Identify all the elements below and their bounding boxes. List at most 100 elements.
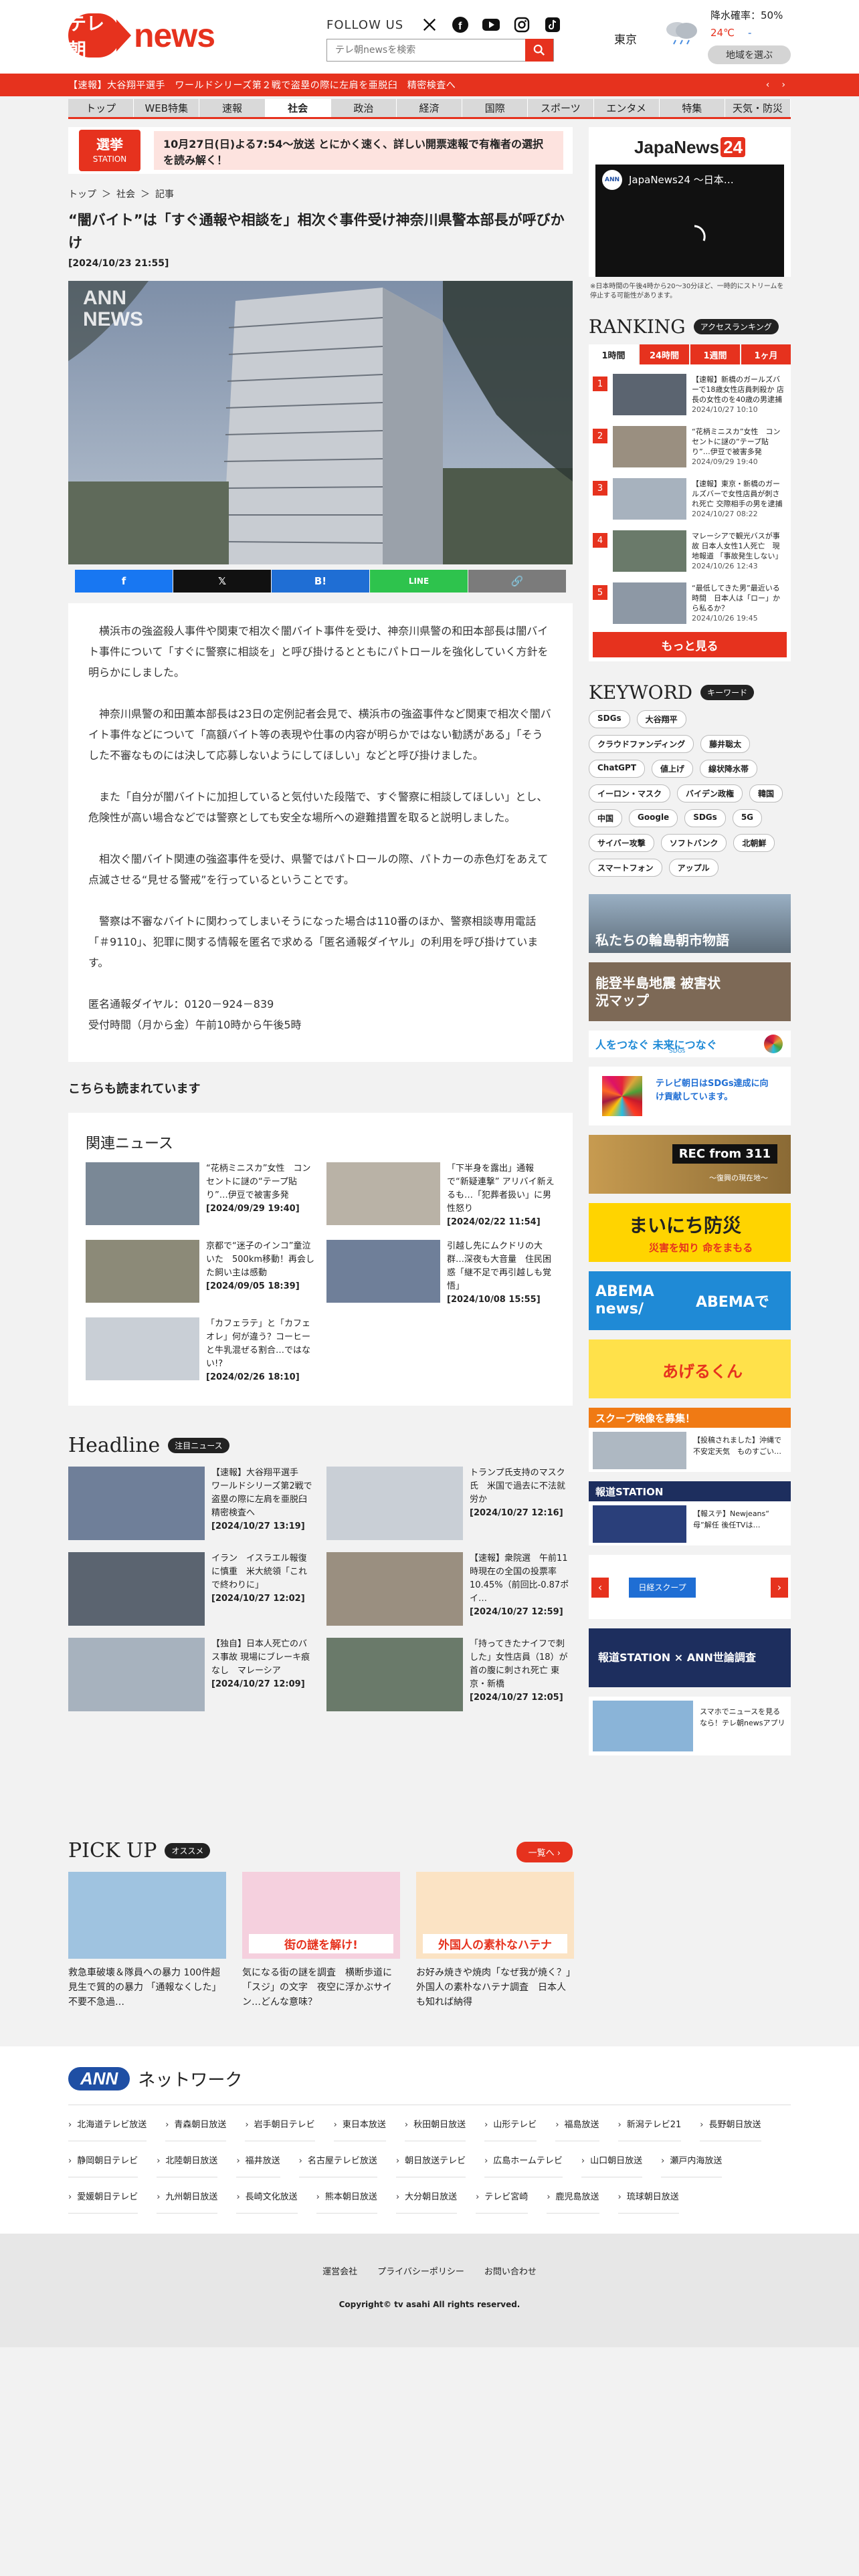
facebook-icon[interactable]: f bbox=[450, 15, 470, 35]
bousai-banner[interactable]: まいにち防災 災害を知り 命をまもる bbox=[589, 1203, 791, 1262]
network-station-link[interactable]: 静岡朝日テレビ bbox=[68, 2153, 138, 2177]
keyword-tag[interactable]: Google bbox=[629, 809, 678, 827]
network-station-link[interactable]: 山口朝日放送 bbox=[581, 2153, 643, 2177]
pickup-card[interactable]: 外国人の素朴なハテナ お好み焼きや焼肉「なぜ我が焼く？」外国人の素朴なハテナ調査 … bbox=[416, 1872, 574, 2010]
nav-item[interactable]: エンタメ bbox=[593, 99, 660, 117]
hodo-station-banner[interactable]: 報道STATION 【報ステ】Newjeans“ 母”解任 後任TVは… bbox=[589, 1481, 791, 1545]
keyword-tag[interactable]: 大谷翔平 bbox=[636, 710, 686, 728]
network-station-link[interactable]: 広島ホームテレビ bbox=[484, 2153, 563, 2177]
related-news-item[interactable]: 「下半身を露出」通報で“新疑連撃” アリバイ新えるも…「犯葬者扱い」に男性怒り [… bbox=[326, 1162, 555, 1229]
nav-item[interactable]: トップ bbox=[68, 99, 134, 117]
wajima-banner[interactable]: 私たちの輪島朝市物語 bbox=[589, 894, 791, 953]
network-station-link[interactable]: 福島放送 bbox=[555, 2117, 599, 2141]
ranking-more-button[interactable]: もっと見る bbox=[593, 632, 787, 657]
share-facebook-button[interactable]: f bbox=[75, 570, 173, 593]
nav-item[interactable]: スポーツ bbox=[528, 99, 594, 117]
agerun-banner[interactable]: あげるくん bbox=[589, 1339, 791, 1398]
keyword-tag[interactable]: イーロン・マスク bbox=[589, 784, 671, 802]
network-station-link[interactable]: 琉球朝日放送 bbox=[617, 2189, 679, 2214]
network-station-link[interactable]: 長野朝日放送 bbox=[700, 2117, 761, 2141]
network-station-link[interactable]: 熊本朝日放送 bbox=[316, 2189, 377, 2214]
keyword-tag[interactable]: バイデン政権 bbox=[677, 784, 743, 802]
copy-link-button[interactable]: 🔗 bbox=[468, 570, 566, 593]
search-button[interactable] bbox=[525, 39, 553, 62]
breaking-prev-button[interactable]: ‹ bbox=[766, 80, 770, 90]
nav-item[interactable]: 特集 bbox=[659, 99, 725, 117]
noto-map-banner[interactable]: 能登半島地震 被害状況マップ bbox=[589, 962, 791, 1021]
nav-item[interactable]: 速報 bbox=[199, 99, 266, 117]
ranking-item[interactable]: 3 【速報】東京・新橋のガールズバーで女性店員が刺され死亡 交際相手の男を逮捕 20… bbox=[589, 473, 791, 525]
share-hatena-button[interactable]: B! bbox=[272, 570, 369, 593]
sdgs-banner[interactable]: 人をつなぐ 未来につなぐ SDGs bbox=[589, 1031, 791, 1057]
keyword-tag[interactable]: 5G bbox=[732, 809, 763, 827]
ann-poll-banner[interactable]: 報道STATION × ANN世論調査 bbox=[589, 1628, 791, 1687]
network-station-link[interactable]: 北陸朝日放送 bbox=[157, 2153, 218, 2177]
sdgs-contribution-banner[interactable]: テレビ朝日はSDGs達成に向け貢献しています。 bbox=[589, 1067, 791, 1125]
network-station-link[interactable]: 長崎文化放送 bbox=[236, 2189, 298, 2214]
keyword-tag[interactable]: サイバー攻撃 bbox=[589, 834, 654, 852]
network-station-link[interactable]: テレビ宮崎 bbox=[476, 2189, 529, 2214]
keyword-tag[interactable]: 北朝鮮 bbox=[733, 834, 775, 852]
ranking-tab[interactable]: 24時間 bbox=[640, 344, 689, 364]
ranking-item[interactable]: 2 “花柄ミニスカ”女性 コンセントに謎の“テープ貼り”…伊豆で被害多発 2024/… bbox=[589, 421, 791, 473]
nav-item[interactable]: 社会 bbox=[265, 99, 331, 117]
scoop-banner[interactable]: スクープ映像を募集！ 【投稿されました】沖縄で不安定天気 ものすごい… bbox=[589, 1408, 791, 1472]
network-station-link[interactable]: 東日本放送 bbox=[333, 2117, 386, 2141]
nav-item[interactable]: 国際 bbox=[462, 99, 529, 117]
headline-item[interactable]: イラン イスラエル報復に慎重 米大統領「これで終わりに」 [2024/10/27 … bbox=[68, 1552, 314, 1626]
related-news-item[interactable]: “花柄ミニスカ”女性 コンセントに謎の“テープ貼り”…伊豆で被害多発 [2024/… bbox=[86, 1162, 314, 1229]
keyword-tag[interactable]: ChatGPT bbox=[589, 760, 646, 778]
keyword-tag[interactable]: 値上げ bbox=[652, 760, 694, 778]
nav-item[interactable]: 政治 bbox=[330, 99, 397, 117]
instagram-icon[interactable] bbox=[512, 15, 532, 35]
footer-link[interactable]: お問い合わせ bbox=[484, 2264, 537, 2277]
pickup-card[interactable]: 救急車破壊＆隊員への暴力 100件超 見生で質的の暴力 「通報なくした」不要不急… bbox=[68, 1872, 226, 2010]
pickup-card[interactable]: 街の謎を解け! 気になる街の謎を調査 横断歩道に「スジ」の文字 夜空に浮かぶサイン… bbox=[242, 1872, 400, 2010]
network-station-link[interactable]: 朝日放送テレビ bbox=[395, 2153, 466, 2177]
app-banner[interactable]: スマホでニュースを見るなら！テレ朝newsアプリ bbox=[589, 1697, 791, 1755]
nikkei-banner[interactable]: ‹ 日経スクープ › bbox=[589, 1555, 791, 1619]
keyword-tag[interactable]: SDGs bbox=[589, 710, 630, 728]
abema-banner[interactable]: ABEMA news/ ABEMAで bbox=[589, 1271, 791, 1330]
keyword-tag[interactable]: クラウドファンディング bbox=[589, 735, 694, 753]
site-logo[interactable]: テレ朝 news bbox=[68, 13, 215, 61]
keyword-tag[interactable]: 韓国 bbox=[749, 784, 783, 802]
network-station-link[interactable]: 鹿児島放送 bbox=[547, 2189, 599, 2214]
footer-link[interactable]: プライバシーポリシー bbox=[377, 2264, 464, 2277]
ranking-item[interactable]: 1 【速報】新橋のガールズバーで18歳女性店員刺殺か 店長の女性のを40歳の男逮捕… bbox=[589, 368, 791, 421]
nav-item[interactable]: 経済 bbox=[396, 99, 463, 117]
network-station-link[interactable]: 瀬戸内海放送 bbox=[661, 2153, 723, 2177]
japanews24-video[interactable]: ANN JapaNews24 ～日本… bbox=[595, 165, 784, 277]
network-station-link[interactable]: 大分朝日放送 bbox=[395, 2189, 458, 2214]
pickup-list-button[interactable]: 一覧へ › bbox=[516, 1842, 573, 1862]
headline-item[interactable]: トランプ氏支持のマスク氏 米国で過去に不法就労か [2024/10/27 12:1… bbox=[326, 1467, 573, 1540]
network-station-link[interactable]: 秋田朝日放送 bbox=[404, 2117, 466, 2141]
keyword-tag[interactable]: ソフトバンク bbox=[660, 834, 727, 852]
breadcrumb-society[interactable]: 社会 bbox=[116, 187, 135, 201]
network-station-link[interactable]: 北海道テレビ放送 bbox=[68, 2117, 147, 2141]
ranking-item[interactable]: 4 マレーシアで観光バスが事故 日本人女性1人死亡 現地報道 「事故発生しない」 2… bbox=[589, 525, 791, 577]
network-station-link[interactable]: 名古屋テレビ放送 bbox=[298, 2153, 377, 2177]
breadcrumb-top[interactable]: トップ bbox=[68, 187, 96, 201]
headline-item[interactable]: 「持ってきたナイフで刺した」女性店員（18）が首の腹に刺され死亡 東京・新橋 [2… bbox=[326, 1638, 573, 1711]
network-station-link[interactable]: 山形テレビ bbox=[484, 2117, 537, 2141]
network-station-link[interactable]: 愛媛朝日テレビ bbox=[68, 2189, 138, 2214]
tiktok-icon[interactable] bbox=[543, 15, 563, 35]
network-station-link[interactable]: 九州朝日放送 bbox=[157, 2189, 218, 2214]
network-station-link[interactable]: 福井放送 bbox=[236, 2153, 280, 2177]
network-station-link[interactable]: 青森朝日放送 bbox=[165, 2117, 227, 2141]
network-station-link[interactable]: 新潟テレビ21 bbox=[617, 2117, 682, 2141]
breaking-next-button[interactable]: › bbox=[781, 80, 785, 90]
nikkei-next-button[interactable]: › bbox=[771, 1578, 788, 1598]
keyword-tag[interactable]: 線状降水帯 bbox=[700, 760, 758, 778]
share-x-button[interactable]: 𝕏 bbox=[173, 570, 271, 593]
keyword-tag[interactable]: SDGs bbox=[684, 809, 726, 827]
election-banner[interactable]: 選挙 STATION 10月27日(日)よる7:54～放送 とにかく速く、詳しい… bbox=[68, 127, 573, 174]
ranking-tab[interactable]: 1ヶ月 bbox=[741, 344, 791, 364]
share-line-button[interactable]: LINE bbox=[370, 570, 468, 593]
related-news-item[interactable]: 京都で“迷子のインコ”童泣いた 500km移動！再会した飼い主は感動 [2024/… bbox=[86, 1240, 314, 1307]
related-news-item[interactable]: 「カフェラテ」と「カフェオレ」何が違う？コーヒーと牛乳混ぜる割合…ではない!? [… bbox=[86, 1317, 314, 1384]
footer-link[interactable]: 運営会社 bbox=[322, 2264, 357, 2277]
related-news-item[interactable]: 引越し先にムクドリの大群…深夜も大音量 住民困惑「継不足で再引越しも覚悟」 [20… bbox=[326, 1240, 555, 1307]
x-icon[interactable] bbox=[419, 15, 440, 35]
